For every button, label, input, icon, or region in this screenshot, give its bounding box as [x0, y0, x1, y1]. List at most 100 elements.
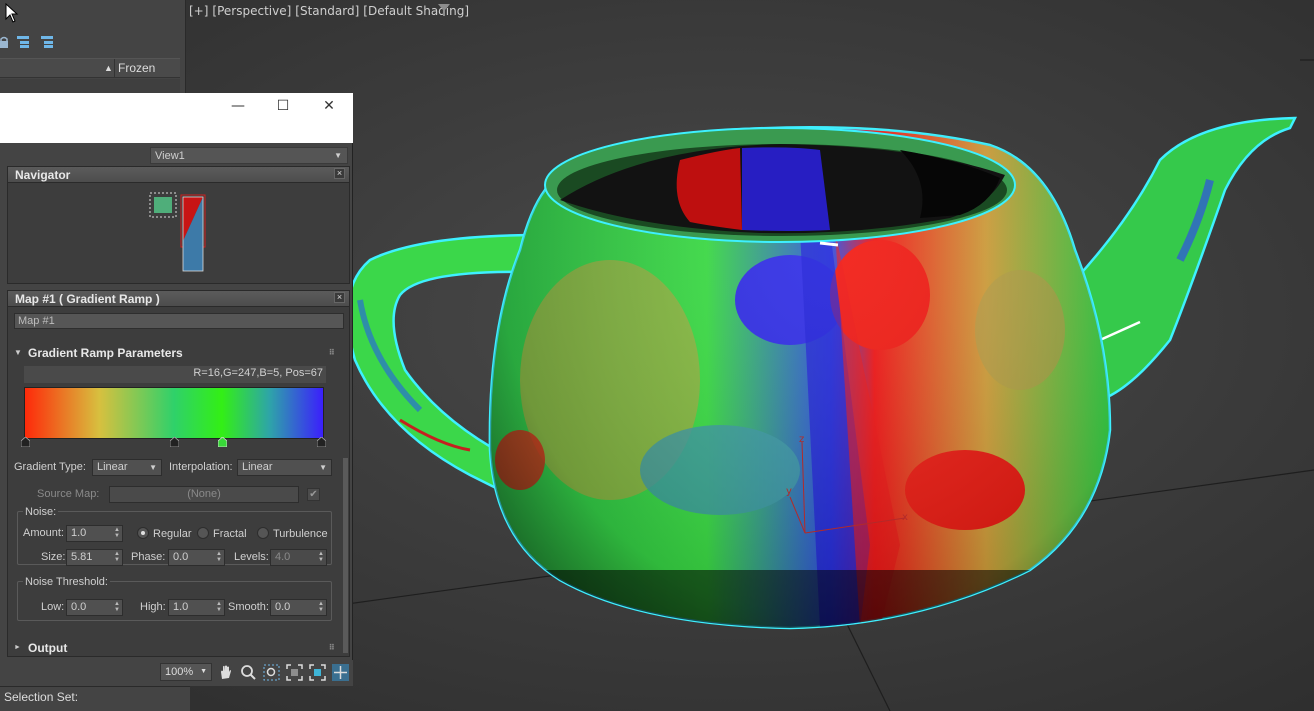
high-spinner[interactable]: 1.0 ▲ ▼ [168, 599, 225, 616]
levels-value: 4.0 [275, 551, 291, 563]
window-titlebar[interactable]: — ☐ ✕ [0, 93, 353, 143]
radio-turbulence[interactable] [257, 527, 269, 539]
zoom-select[interactable]: 100% ▼ [160, 663, 212, 681]
radio-regular-label: Regular [153, 528, 192, 540]
output-title: Output [28, 641, 68, 655]
maximize-button[interactable]: ☐ [276, 99, 290, 113]
low-spinner[interactable]: 0.0 ▲ ▼ [66, 599, 123, 616]
status-bar: Selection Set: [0, 686, 190, 711]
rollout-title: Gradient Ramp Parameters [28, 346, 183, 360]
spinner-arrows-icon[interactable]: ▲ ▼ [216, 551, 222, 563]
high-value: 1.0 [173, 601, 189, 613]
hierarchy-icon[interactable] [16, 35, 30, 49]
slate-material-editor: — ☐ ✕ View1 ▼ Navigator × Map #1 ( Gradi… [0, 93, 353, 686]
radio-turbulence-label: Turbulence [273, 528, 328, 540]
zoom-value: 100% [165, 666, 194, 678]
low-label: Low: [41, 601, 65, 613]
column-frozen[interactable]: Frozen [118, 61, 155, 75]
spinner-arrows-icon[interactable]: ▲ ▼ [114, 601, 120, 613]
high-label: High: [140, 601, 166, 613]
close-icon[interactable]: × [334, 292, 345, 303]
map-parameter-panel: Map #1 ( Gradient Ramp ) × Map #1 ▼ Grad… [7, 290, 350, 657]
panel-scrollbar[interactable] [343, 458, 348, 653]
chevron-down-icon: ▼ [319, 463, 327, 472]
gradient-type-select[interactable]: Linear ▼ [92, 459, 162, 476]
pan-hand-icon[interactable] [217, 664, 234, 681]
radio-regular[interactable] [137, 527, 149, 539]
noise-label: Noise: [23, 506, 59, 518]
smooth-value: 0.0 [275, 601, 291, 613]
source-map-button[interactable]: (None) [109, 486, 299, 503]
gradient-flag-0[interactable] [21, 437, 30, 447]
zoom-region-icon[interactable] [263, 664, 280, 681]
view-select-value: View1 [155, 150, 185, 162]
amount-label: Amount: [23, 527, 64, 539]
scene-explorer-toolbar [0, 32, 180, 54]
hierarchy-expand-icon[interactable] [40, 35, 54, 49]
grip-icon: ⠿ [328, 643, 335, 652]
viewport-label[interactable]: [+] [Perspective] [Standard] [Default Sh… [189, 4, 469, 18]
svg-text:y: y [786, 486, 792, 497]
navigator-panel: Navigator × [7, 166, 350, 284]
sort-ascending-icon: ▲ [104, 63, 113, 73]
chevron-down-icon: ▼ [149, 463, 157, 472]
scene-explorer-column-header[interactable]: ▲ Frozen [0, 58, 180, 78]
gradient-ramp-rollout-header[interactable]: ▼ Gradient Ramp Parameters ⠿ [12, 346, 338, 362]
minimize-button[interactable]: — [231, 99, 245, 113]
scene-explorer-list[interactable] [0, 79, 180, 93]
gradient-flag-100[interactable] [317, 437, 326, 447]
spinner-arrows-icon[interactable]: ▲ ▼ [318, 601, 324, 613]
map-name-field[interactable]: Map #1 [14, 313, 344, 329]
gradient-type-value: Linear [97, 461, 128, 473]
lock-icon[interactable] [0, 35, 12, 49]
view-select[interactable]: View1 ▼ [150, 147, 348, 164]
zoom-extents-selected-icon[interactable] [309, 664, 326, 681]
flag-status-readout: R=16,G=247,B=5, Pos=67 [24, 366, 326, 383]
zoom-icon[interactable] [240, 664, 257, 681]
gradient-flag-67-selected[interactable] [218, 437, 227, 447]
close-icon[interactable]: × [334, 168, 345, 179]
navigator-title: Navigator [15, 168, 71, 182]
editor-bottom-toolbar: 100% ▼ [0, 660, 353, 686]
svg-text:x: x [902, 512, 908, 523]
gradient-type-label: Gradient Type: [14, 461, 86, 473]
interpolation-label: Interpolation: [169, 461, 233, 473]
gradient-flag-50[interactable] [170, 437, 179, 447]
source-map-label: Source Map: [37, 488, 100, 500]
spinner-arrows-icon[interactable]: ▲ ▼ [114, 527, 120, 539]
spinner-arrows-icon[interactable]: ▲ ▼ [318, 551, 324, 563]
size-spinner[interactable]: 5.81 ▲ ▼ [66, 549, 123, 566]
chevron-down-icon: ▼ [200, 668, 207, 675]
radio-fractal[interactable] [197, 527, 209, 539]
viewport-menu-plus[interactable]: [+] [189, 4, 208, 18]
close-button[interactable]: ✕ [322, 99, 336, 113]
filter-icon[interactable] [438, 4, 450, 16]
phase-spinner[interactable]: 0.0 ▲ ▼ [168, 549, 225, 566]
cursor-icon [5, 3, 19, 23]
chevron-down-icon: ▼ [334, 151, 342, 160]
low-value: 0.0 [71, 601, 87, 613]
levels-label: Levels: [234, 551, 269, 563]
navigator-preview[interactable] [148, 191, 218, 275]
zoom-extents-icon[interactable] [286, 664, 303, 681]
phase-label: Phase: [131, 551, 166, 563]
spinner-arrows-icon[interactable]: ▲ ▼ [216, 601, 222, 613]
gradient-ramp-bar[interactable] [24, 387, 324, 439]
pan-icon[interactable] [332, 664, 349, 681]
navigator-header[interactable]: Navigator × [8, 167, 349, 183]
size-label: Size: [41, 551, 66, 563]
smooth-spinner[interactable]: 0.0 ▲ ▼ [270, 599, 327, 616]
amount-value: 1.0 [71, 527, 87, 539]
levels-spinner[interactable]: 4.0 ▲ ▼ [270, 549, 327, 566]
amount-spinner[interactable]: 1.0 ▲ ▼ [66, 525, 123, 542]
map-panel-header[interactable]: Map #1 ( Gradient Ramp ) × [8, 291, 349, 307]
viewport-menu-display[interactable]: [Default Shading] [363, 4, 469, 18]
viewport-menu-pov[interactable]: [Perspective] [212, 4, 291, 18]
interpolation-select[interactable]: Linear ▼ [237, 459, 332, 476]
source-map-checkbox[interactable]: ✔ [307, 488, 320, 501]
viewport-menu-shading-mode[interactable]: [Standard] [295, 4, 359, 18]
output-rollout-header[interactable]: ► Output ⠿ [12, 641, 338, 656]
grip-icon: ⠿ [328, 348, 335, 357]
spinner-arrows-icon[interactable]: ▲ ▼ [114, 551, 120, 563]
size-value: 5.81 [71, 551, 93, 563]
